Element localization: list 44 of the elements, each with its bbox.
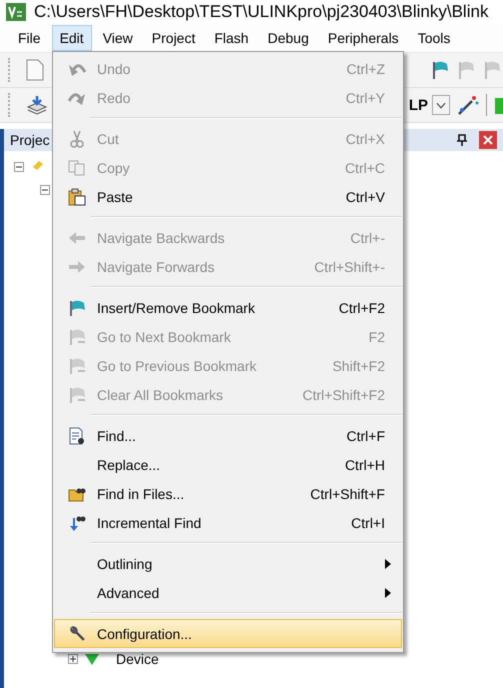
menu-item[interactable]: Outlining [54, 549, 402, 578]
wrench-icon [68, 624, 86, 642]
menu-item[interactable]: Peripherals [320, 25, 407, 51]
menu-item[interactable]: Tools [410, 25, 458, 51]
menu-item[interactable]: Project [144, 25, 204, 51]
flag-icon [68, 356, 86, 374]
tree-item[interactable]: Device [116, 651, 159, 667]
menu-item[interactable]: Find... Ctrl+F [54, 421, 402, 450]
flag-icon [68, 386, 86, 404]
menu-item[interactable]: Flash [206, 25, 257, 51]
document-search-icon [68, 426, 86, 444]
new-file-icon[interactable] [26, 59, 44, 81]
load-icon[interactable] [26, 95, 48, 115]
flag-icon [68, 298, 86, 316]
menu-item[interactable]: Edit [52, 25, 92, 51]
menu-item[interactable]: File [10, 25, 49, 51]
clipboard-icon [68, 188, 86, 206]
dropdown-button[interactable] [432, 95, 450, 115]
copy-icon [68, 158, 86, 176]
menu-item[interactable]: Find in Files... Ctrl+Shift+F [54, 479, 402, 508]
target-text: LP [408, 96, 428, 114]
menu-item[interactable]: Insert/Remove Bookmark Ctrl+F2 [54, 293, 402, 322]
menu-item[interactable]: View [94, 25, 141, 51]
collapse-icon[interactable] [14, 162, 24, 172]
wand-icon[interactable] [456, 94, 480, 116]
menu-item[interactable]: Advanced [54, 578, 402, 607]
binoculars-icon [68, 514, 86, 532]
panel-title: Projec [10, 132, 50, 148]
menu-item[interactable]: Paste Ctrl+V [54, 182, 402, 211]
expand-icon[interactable] [68, 654, 78, 664]
menu-item[interactable]: Incremental Find Ctrl+I [54, 508, 402, 537]
collapse-icon[interactable] [40, 185, 50, 195]
menu-item[interactable]: Replace... Ctrl+H [54, 450, 402, 479]
submenu-arrow-icon [385, 588, 391, 598]
app-icon [6, 3, 26, 21]
submenu-arrow-icon [385, 558, 391, 568]
menu-item[interactable]: Configuration... [54, 619, 402, 648]
menu-item[interactable]: Debug [260, 25, 317, 51]
window-title: C:\Users\FH\Desktop\TEST\ULINKpro\pj230403\Blinky\Blink [34, 2, 488, 22]
close-icon[interactable] [479, 131, 497, 149]
scissors-icon [68, 130, 86, 148]
pin-icon[interactable] [457, 134, 467, 146]
flag-icon [68, 328, 86, 346]
flag-icon[interactable] [431, 60, 451, 80]
